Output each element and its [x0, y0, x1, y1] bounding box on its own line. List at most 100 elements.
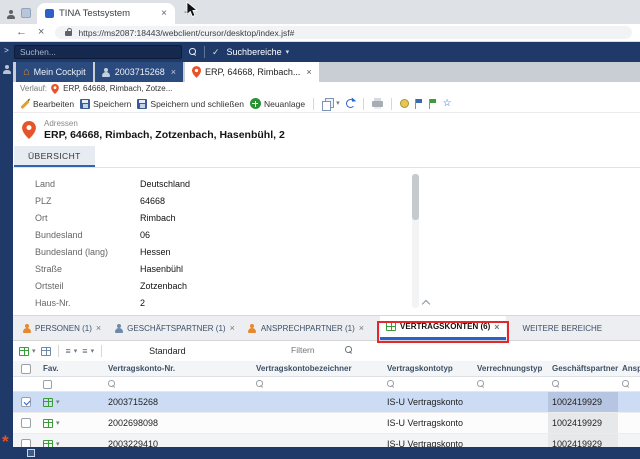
column-filter-icon[interactable]: [387, 380, 395, 388]
pin-icon: [192, 66, 201, 78]
copy-button[interactable]: ▾: [322, 98, 340, 109]
chevron-down-icon[interactable]: ▾: [56, 399, 60, 406]
document-icon[interactable]: [27, 449, 35, 457]
tab-label: ANSPRECHPARTNER (1): [261, 324, 355, 333]
row-checkbox[interactable]: [21, 397, 31, 407]
flag-green-button[interactable]: [429, 99, 437, 109]
refresh-button[interactable]: [346, 99, 355, 108]
column-header-vertragskonto-nr[interactable]: Vertragskonto-Nr.: [104, 364, 252, 373]
column-filter-icon[interactable]: [256, 380, 264, 388]
fav-filter-checkbox[interactable]: [43, 380, 52, 389]
edit-view-button[interactable]: [41, 347, 51, 356]
tab-geschaeftspartner[interactable]: GESCHÄFTSPARTNER (1) ×: [108, 316, 241, 340]
field-value[interactable]: 2: [140, 298, 145, 308]
field-value[interactable]: Zotzenbach: [140, 281, 187, 291]
table-row[interactable]: ▾ 2002698098 IS-U Vertragskonto 10024199…: [13, 413, 640, 434]
view-select[interactable]: Standard: [149, 346, 186, 356]
field-value[interactable]: Hessen: [140, 247, 171, 257]
table-row[interactable]: ▾ 2003715268 IS-U Vertragskonto 10024199…: [13, 392, 640, 413]
favorite-button[interactable]: ☆: [443, 98, 452, 109]
form-scrollbar[interactable]: [412, 174, 419, 308]
tab-actions-icon[interactable]: [21, 8, 31, 18]
scrollbar-thumb[interactable]: [412, 174, 419, 220]
chevron-down-icon[interactable]: ▾: [56, 420, 60, 427]
rail-alert-icon[interactable]: *: [2, 437, 9, 447]
person-icon: [248, 324, 257, 333]
browser-profile-icon[interactable]: [6, 10, 15, 19]
printer-icon: [372, 101, 383, 107]
column-filter-icon[interactable]: [622, 380, 630, 388]
search-areas-button[interactable]: Suchbereiche ▾: [227, 47, 290, 57]
app: > * ✓ Suchbereiche ▾ ⌂ Mein Cockpit: [0, 42, 640, 459]
sort-menu-button[interactable]: ≡ ▾: [82, 347, 94, 356]
close-icon[interactable]: ×: [494, 322, 499, 332]
column-header-fav[interactable]: Fav.: [39, 361, 104, 376]
column-header-typ[interactable]: Vertragskontotyp: [383, 364, 473, 373]
tab-personen[interactable]: PERSONEN (1) ×: [16, 316, 107, 340]
close-icon[interactable]: ×: [306, 67, 311, 77]
close-icon[interactable]: ×: [359, 323, 364, 333]
back-button[interactable]: ←: [16, 27, 27, 38]
address-bar[interactable]: [55, 26, 632, 39]
stop-button[interactable]: ×: [38, 27, 44, 38]
select-all-checkbox[interactable]: [21, 364, 31, 374]
grid-filter-row: [13, 377, 640, 392]
grid-views-button[interactable]: ▾: [19, 347, 36, 356]
collapse-panel-button[interactable]: [418, 297, 434, 307]
tab-vertragskonten[interactable]: VERTRAGSKONTEN (6) ×: [380, 316, 506, 340]
search-icon[interactable]: [189, 48, 197, 56]
fav-cell[interactable]: ▾: [39, 392, 104, 412]
row-checkbox[interactable]: [21, 418, 31, 428]
workspace-tab-mein-cockpit[interactable]: ⌂ Mein Cockpit: [16, 62, 93, 82]
close-icon[interactable]: ×: [171, 67, 176, 77]
breadcrumb-current[interactable]: ERP, 64668, Rimbach, Zotze...: [63, 84, 172, 93]
browser-tabbar: TINA Testsystem × +: [0, 0, 640, 24]
filter-input[interactable]: [291, 345, 341, 355]
workspace-tab-address[interactable]: ERP, 64668, Rimbach... ×: [185, 62, 319, 82]
workspace-tab-label: Mein Cockpit: [34, 67, 86, 77]
column-filter-icon[interactable]: [477, 380, 485, 388]
flag-blue-button[interactable]: [415, 99, 423, 109]
search-areas-label: Suchbereiche: [227, 47, 282, 57]
bearbeiten-button[interactable]: Bearbeiten: [20, 99, 74, 109]
column-header-bezeichner[interactable]: Vertragskontobezeichner: [252, 364, 383, 373]
field-value[interactable]: 64668: [140, 196, 165, 206]
field-label: Ort: [13, 213, 140, 223]
alarm-button[interactable]: [400, 99, 409, 108]
field-label: Straße: [13, 264, 140, 274]
cell-vertragskonto-nr[interactable]: 2003715268: [104, 397, 252, 407]
close-icon[interactable]: ×: [96, 323, 101, 333]
column-filter-icon[interactable]: [552, 380, 560, 388]
field-value[interactable]: Hasenbühl: [140, 264, 183, 274]
neuanlage-button[interactable]: Neuanlage: [250, 98, 305, 109]
close-icon[interactable]: ×: [230, 323, 235, 333]
pin-icon: [51, 84, 59, 94]
print-button[interactable]: [372, 100, 383, 107]
column-header-geschaeftspartner[interactable]: Geschäftspartner: [548, 361, 618, 376]
column-filter-icon[interactable]: [108, 380, 116, 388]
layout-menu-button[interactable]: ≡ ▾: [66, 347, 78, 356]
field-value[interactable]: Deutschland: [140, 179, 190, 189]
quick-filter[interactable]: [291, 345, 353, 355]
speichern-button[interactable]: Speichern: [80, 99, 131, 109]
workspace-tab-partner[interactable]: 2003715268 ×: [95, 62, 183, 82]
field-value[interactable]: Rimbach: [140, 213, 176, 223]
tab-uebersicht[interactable]: ÜBERSICHT: [14, 146, 95, 167]
field-value[interactable]: 06: [140, 230, 150, 240]
search-icon[interactable]: [345, 346, 353, 354]
screen: TINA Testsystem × + ← × > * ✓: [0, 0, 640, 459]
tab-weitere-bereiche[interactable]: WEITERE BEREICHE: [517, 316, 609, 340]
url-input[interactable]: [78, 28, 622, 38]
rail-person-icon[interactable]: [2, 65, 11, 74]
tab-ansprechpartner[interactable]: ANSPRECHPARTNER (1) ×: [242, 316, 370, 340]
tab-close-icon[interactable]: ×: [161, 8, 167, 19]
cell-vertragskonto-nr[interactable]: 2002698098: [104, 418, 252, 428]
speichern-und-schliessen-button[interactable]: Speichern und schließen: [137, 99, 244, 109]
global-search-input[interactable]: [14, 45, 182, 59]
column-header-verrechnungstyp[interactable]: Verrechnungstyp: [473, 364, 548, 373]
form-row: Haus-Nr.2: [13, 294, 640, 311]
browser-tab[interactable]: TINA Testsystem ×: [37, 3, 175, 24]
column-header-ansprechpartner[interactable]: Ansprec...: [618, 364, 640, 373]
rail-expand-button[interactable]: >: [0, 46, 13, 55]
fav-cell[interactable]: ▾: [39, 413, 104, 433]
